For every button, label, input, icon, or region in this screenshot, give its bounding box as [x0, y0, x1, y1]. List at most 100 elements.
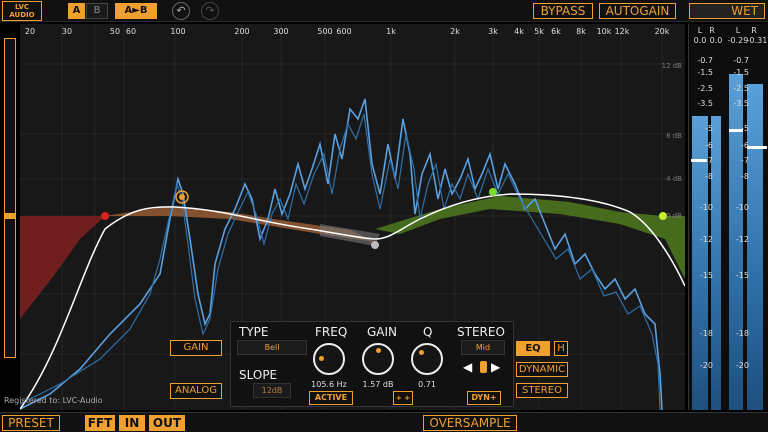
db-label: 8 dB [666, 132, 682, 140]
band2-node [179, 194, 185, 200]
freq-label: 4k [514, 27, 524, 36]
dynamic-mode-button[interactable]: DYNAMIC [516, 362, 568, 377]
logo-line1: LVC [14, 3, 30, 11]
lvc-audio-logo: LVC AUDIO [2, 1, 42, 21]
type-select[interactable]: Bell [237, 340, 307, 355]
gain-knob-indicator [376, 348, 381, 353]
meter-scale-label: -1.5 [697, 68, 713, 77]
meter-scale-label: -20 [699, 361, 713, 370]
meter-scale-label: -10 [699, 203, 713, 212]
band1-node [101, 212, 109, 220]
stereo-mode-label: STEREO [457, 325, 505, 339]
meter-scale-label: -18 [699, 329, 713, 338]
meter-scale-label: -6 [741, 141, 749, 150]
copy-a-to-b-button[interactable]: A►B [115, 3, 157, 19]
preset-button[interactable]: PRESET [2, 415, 60, 431]
meter-scale-label: -12 [735, 235, 749, 244]
input-right-channel-label: R [709, 26, 715, 35]
autogain-button[interactable]: AUTOGAIN [599, 3, 676, 19]
freq-label: 6k [551, 27, 561, 36]
meter-scale-label: -18 [735, 329, 749, 338]
output-meter: L R 0.0 0.0 L R -0.29 -0.31 -0.7 -1.5 -2… [688, 24, 768, 410]
output-left-channel-label: L [735, 26, 741, 35]
redo-icon[interactable]: ↷ [201, 2, 219, 20]
bottom-toolbar: PRESET FFT IN OUT OVERSAMPLE [0, 412, 768, 432]
band-control-panel: TYPE Bell SLOPE 12dB FREQ 105.6 Hz ACTIV… [230, 321, 514, 407]
meter-scale-label: -7 [741, 156, 749, 165]
stereo-mode-select[interactable]: Mid [461, 340, 505, 355]
stereo-right-arrow-icon[interactable]: ▶ [491, 360, 500, 374]
output-right-peak: -0.31 [746, 36, 768, 45]
wet-label: WET [731, 4, 758, 18]
freq-label: 2k [450, 27, 460, 36]
db-label: 4 dB [666, 175, 682, 183]
stereo-mode-button[interactable]: STEREO [516, 383, 568, 398]
fft-in-button[interactable]: IN [119, 415, 145, 431]
meter-scale-label: -8 [741, 172, 749, 181]
output-right-peak-hold [747, 146, 767, 149]
q-knob[interactable] [411, 343, 443, 375]
input-gain-slider[interactable] [4, 38, 16, 358]
freq-knob-label: FREQ [315, 325, 348, 339]
meter-scale-label: -15 [699, 271, 713, 280]
freq-label: 1k [386, 27, 396, 36]
freq-knob[interactable] [313, 343, 345, 375]
fft-button[interactable]: FFT [85, 415, 115, 431]
meter-scale-label: -2.5 [733, 84, 749, 93]
band4-fill [375, 196, 685, 279]
freq-label: 12k [614, 27, 630, 36]
active-button[interactable]: ACTIVE [309, 391, 353, 405]
band4-node [489, 188, 497, 196]
analog-button[interactable]: ANALOG [170, 383, 222, 399]
input-left-channel-label: L [697, 26, 703, 35]
wet-slider[interactable]: WET [689, 3, 765, 19]
freq-label: 600 [336, 27, 352, 36]
plus-plus-button[interactable]: + + [393, 391, 413, 405]
fft-out-button[interactable]: OUT [149, 415, 185, 431]
freq-label: 5k [534, 27, 544, 36]
meter-scale-label: -0.7 [733, 56, 749, 65]
top-toolbar: LVC AUDIO A B A►B ↶ ↷ BYPASS AUTOGAIN WE… [0, 0, 768, 22]
undo-icon[interactable]: ↶ [172, 2, 190, 20]
input-gain-handle[interactable] [5, 213, 15, 219]
q-value: 0.71 [418, 380, 436, 389]
freq-label: 20 [24, 27, 36, 36]
gain-button[interactable]: GAIN [170, 340, 222, 356]
meter-scale-label: -3.5 [733, 99, 749, 108]
freq-label: 500 [317, 27, 333, 36]
oversample-button[interactable]: OVERSAMPLE [423, 415, 517, 431]
meter-scale-label: -7 [705, 156, 713, 165]
preset-b-button[interactable]: B [86, 3, 108, 19]
freq-label: 50 [109, 27, 121, 36]
type-label: TYPE [239, 325, 269, 339]
stereo-position-indicator [480, 361, 487, 373]
meter-scale-label: -15 [735, 271, 749, 280]
stereo-left-arrow-icon[interactable]: ◀ [463, 360, 472, 374]
q-knob-indicator [419, 350, 424, 355]
dyn-plus-button[interactable]: DYN+ [467, 391, 501, 405]
registered-text: Registered to: LVC-Audio [4, 396, 103, 405]
output-right-channel-label: R [751, 26, 757, 35]
bypass-button[interactable]: BYPASS [533, 3, 593, 19]
meter-scale-label: -3.5 [697, 99, 713, 108]
band3-fill [320, 224, 380, 246]
h-button[interactable]: H [554, 341, 568, 356]
meter-scale-label: -20 [735, 361, 749, 370]
freq-label: 300 [273, 27, 289, 36]
gain-knob[interactable] [362, 343, 394, 375]
freq-label: 3k [488, 27, 498, 36]
meter-scale-label: -5 [741, 124, 749, 133]
meter-scale-label: -8 [705, 172, 713, 181]
eq-mode-button[interactable]: EQ [516, 341, 550, 356]
logo-line2: AUDIO [9, 11, 35, 19]
meter-scale-label: -12 [699, 235, 713, 244]
gain-value: 1.57 dB [362, 380, 394, 389]
slope-select[interactable]: 12dB [253, 383, 291, 398]
freq-label: 200 [234, 27, 250, 36]
input-right-peak: 0.0 [709, 36, 723, 45]
preset-a-button[interactable]: A [68, 3, 85, 19]
meter-scale-label: -2.5 [697, 84, 713, 93]
freq-label: 20k [654, 27, 670, 36]
meter-scale-label: -5 [705, 124, 713, 133]
freq-label: 100 [170, 27, 186, 36]
